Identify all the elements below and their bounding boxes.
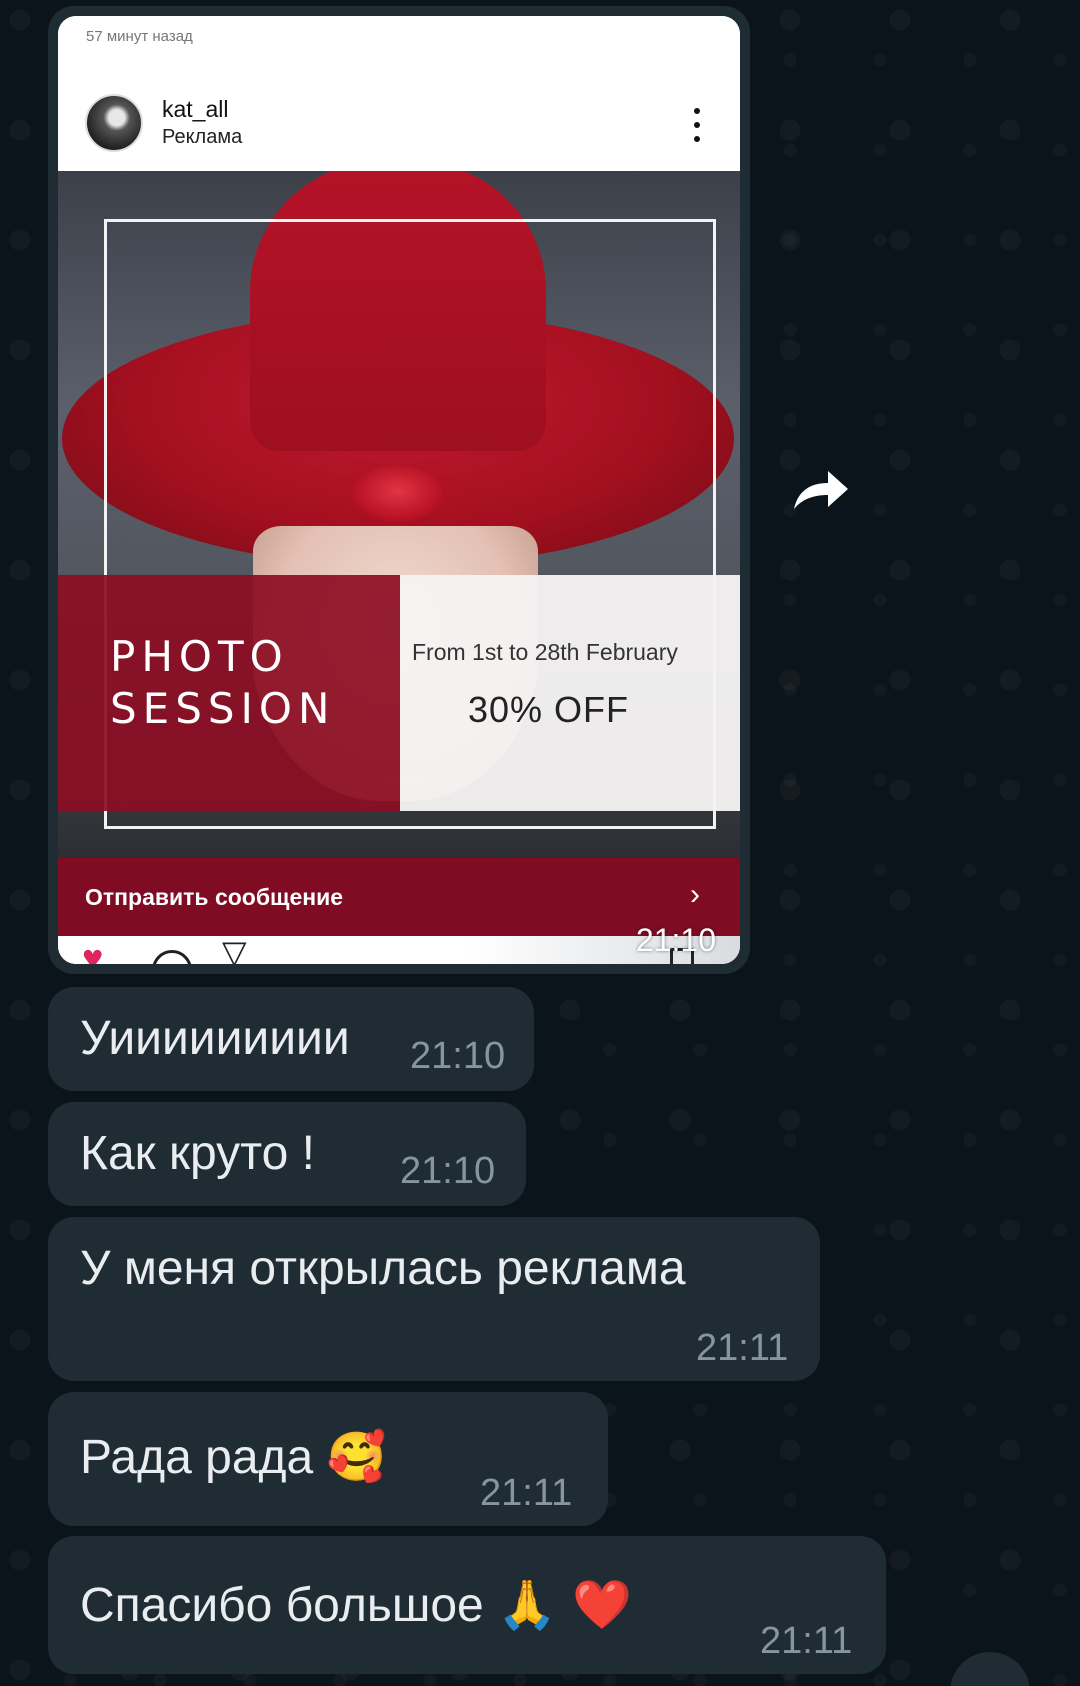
message-text-content: Спасибо большое (80, 1579, 484, 1632)
ad-title-line1: PHOTO (110, 632, 289, 681)
forward-icon (794, 471, 848, 509)
message-time: 21:10 (400, 1150, 496, 1192)
forward-button[interactable] (790, 465, 850, 515)
send-icon: ▽ (222, 934, 247, 964)
message-text: Рада рада 🥰 (80, 1428, 386, 1485)
heart-icon: ♥ (82, 937, 104, 965)
smiling-face-with-hearts-icon: 🥰 (326, 1429, 387, 1485)
image-message[interactable]: 57 минут назад kat_all Реклама PHOTO SES… (48, 6, 750, 974)
message-bubble[interactable]: Рада рада 🥰 21:11 (48, 1392, 608, 1526)
message-text: Как круто ! (80, 1127, 315, 1180)
ad-image: PHOTO SESSION From 1st to 28th February … (58, 171, 740, 858)
message-bubble[interactable]: Как круто ! 21:10 (48, 1102, 526, 1206)
message-bubble[interactable]: Спасибо большое 🙏 ❤️ 21:11 (48, 1536, 886, 1674)
post-header: 57 минут назад kat_all Реклама (58, 16, 740, 171)
folded-hands-heart-icon: 🙏 ❤️ (497, 1577, 632, 1633)
message-text: Уиииииииии (80, 1012, 350, 1065)
ad-title: PHOTO SESSION (110, 631, 335, 735)
message-text: У меня открылась реклама (80, 1242, 686, 1295)
message-time: 21:11 (696, 1327, 789, 1369)
comment-icon (152, 950, 192, 964)
message-bubble[interactable]: У меня открылась реклама 21:11 (48, 1217, 820, 1381)
ad-title-line2: SESSION (110, 684, 336, 733)
post-subtitle: Реклама (162, 126, 243, 148)
message-text-content: Рада рада (80, 1431, 314, 1484)
avatar (85, 94, 143, 152)
message-bubble[interactable]: Уиииииииии 21:10 (48, 987, 534, 1091)
post-username: kat_all (162, 96, 229, 122)
cta-label: Отправить сообщение (85, 884, 344, 910)
message-time: 21:11 (760, 1620, 853, 1662)
message-time: 21:10 (410, 1035, 506, 1077)
chevron-right-icon: › (690, 878, 700, 911)
message-time: 21:10 (635, 922, 716, 958)
message-text: Спасибо большое 🙏 ❤️ (80, 1576, 632, 1633)
shared-post-screenshot[interactable]: 57 минут назад kat_all Реклама PHOTO SES… (58, 16, 740, 964)
more-vertical-icon (693, 108, 701, 142)
ad-dates: From 1st to 28th February (412, 639, 678, 665)
message-time: 21:11 (480, 1472, 573, 1514)
ad-discount: 30% OFF (468, 689, 630, 730)
time-ago: 57 минут назад (86, 28, 193, 45)
